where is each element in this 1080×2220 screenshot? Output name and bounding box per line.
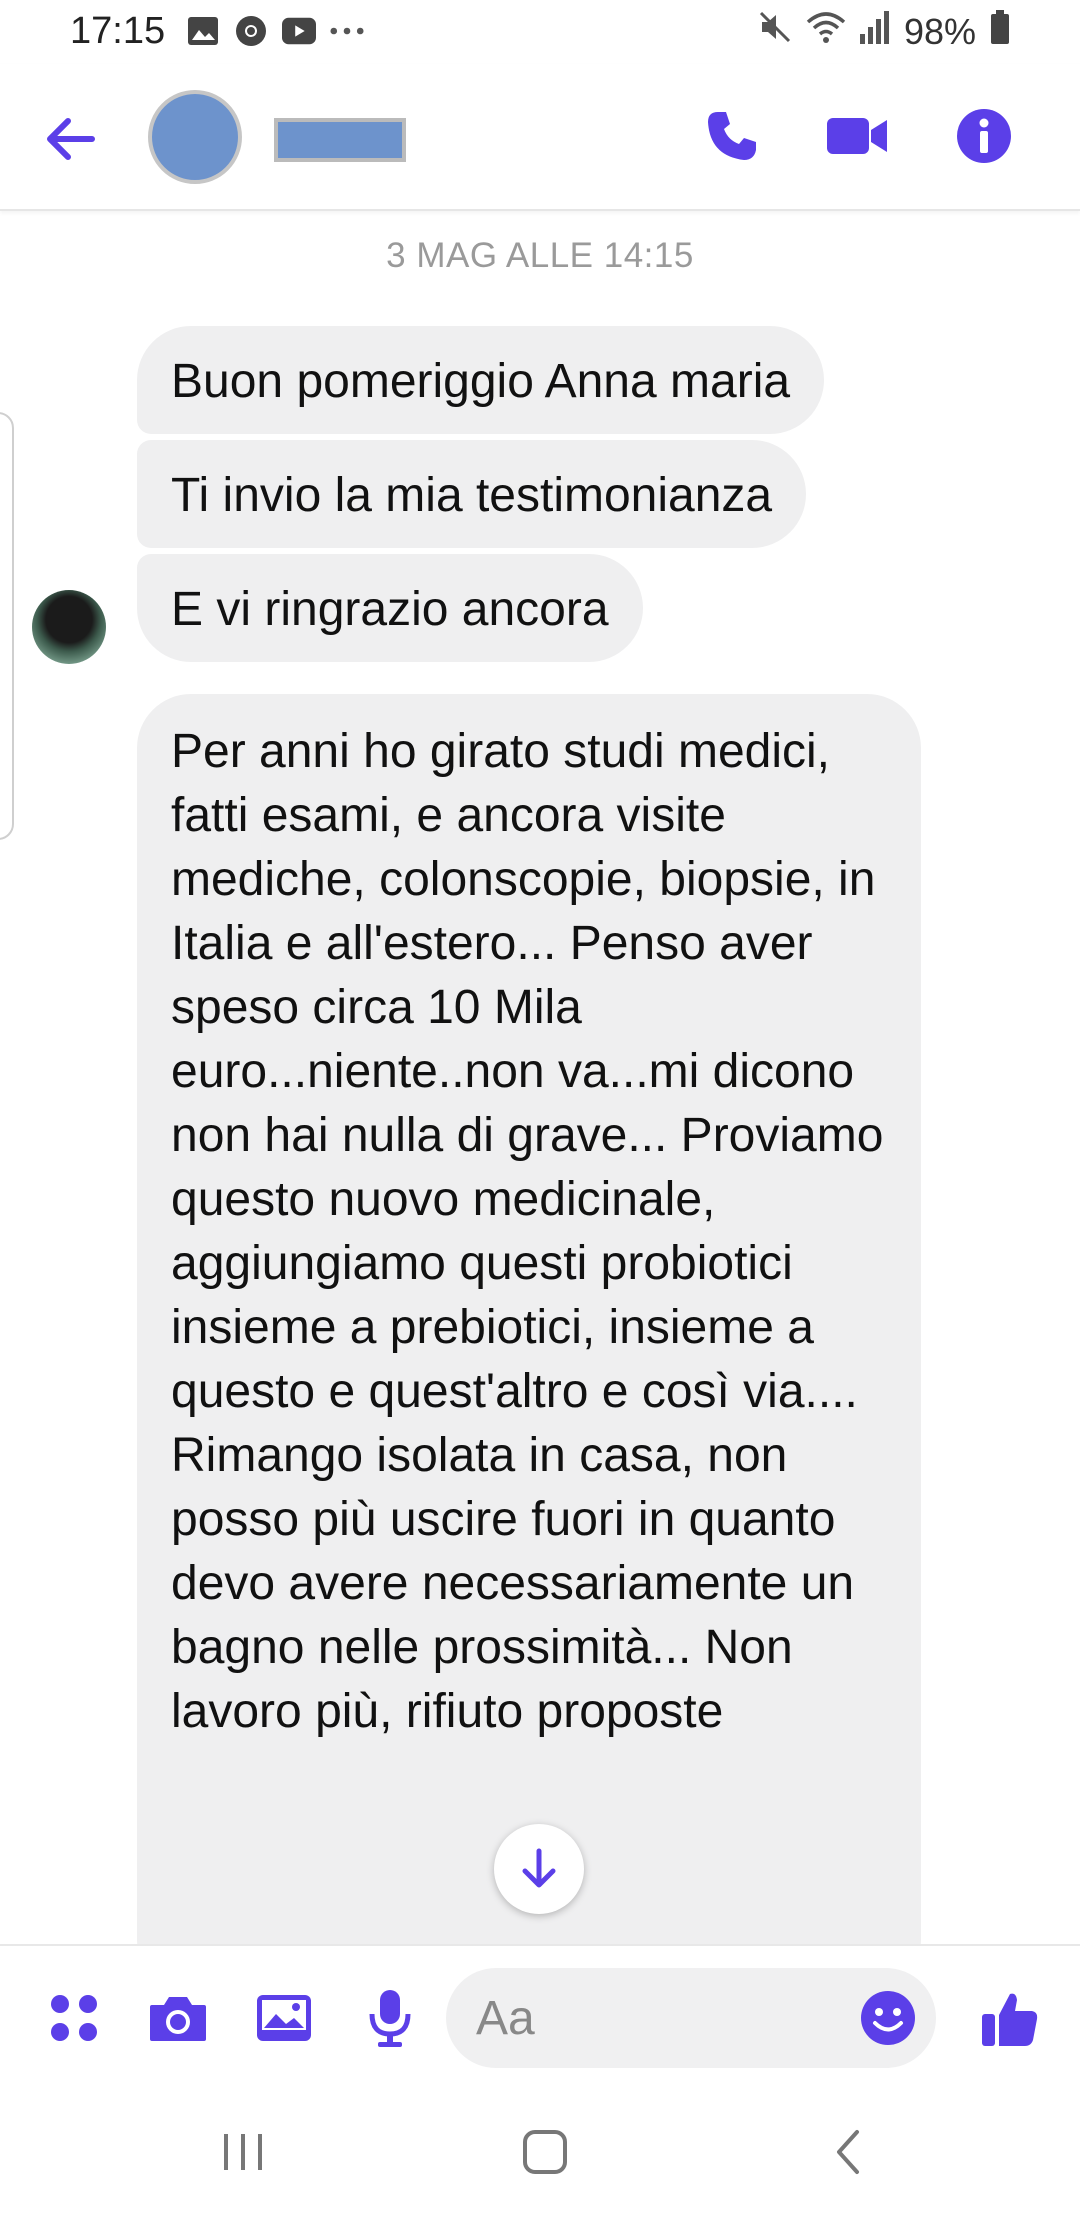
message-bubble[interactable]: Ti invio la mia testimonianza [137, 440, 807, 548]
mute-icon [758, 10, 792, 53]
message-timestamp: 3 MAG ALLE 14:15 [386, 236, 694, 275]
thumbs-up-icon [982, 1993, 1038, 2046]
battery-level: 98% [903, 10, 976, 52]
navigation-bar [0, 2084, 1080, 2220]
status-bar: 17:15 98% [0, 0, 1080, 64]
home-icon [523, 2130, 567, 2174]
apps-grid-icon [51, 1995, 97, 2041]
wifi-icon [806, 10, 846, 53]
back-nav-icon [837, 2130, 859, 2174]
sender-avatar[interactable] [32, 590, 106, 664]
video-call-button[interactable] [826, 104, 890, 168]
back-nav-button[interactable] [812, 2124, 882, 2180]
scroll-to-bottom-button[interactable] [494, 1824, 584, 1914]
status-time: 17:15 [70, 10, 166, 52]
youtube-icon [282, 14, 316, 48]
recents-icon [224, 2134, 262, 2170]
gallery-icon [186, 14, 220, 48]
gallery-button[interactable] [252, 1986, 316, 2050]
message-bubble[interactable]: Buon pomeriggio Anna maria [137, 326, 825, 434]
message-bubble[interactable]: E vi ringrazio ancora [137, 554, 643, 662]
contact-name-redacted[interactable] [274, 118, 406, 162]
message-composer [0, 1944, 1080, 2086]
emoji-smile-icon [861, 1991, 915, 2045]
apps-button[interactable] [42, 1986, 106, 2050]
contact-avatar[interactable] [148, 90, 242, 184]
video-camera-icon [827, 118, 887, 154]
info-icon [957, 109, 1011, 163]
call-button[interactable] [700, 104, 764, 168]
camera-button[interactable] [146, 1986, 210, 2050]
image-icon [257, 1995, 311, 2041]
signal-icon [859, 10, 890, 53]
info-button[interactable] [952, 104, 1016, 168]
camera-icon [150, 1997, 206, 2041]
chrome-icon [234, 14, 268, 48]
like-button[interactable] [978, 1986, 1042, 2050]
voice-message-button[interactable] [358, 1986, 422, 2050]
more-dots-icon [330, 14, 364, 48]
arrow-down-icon [522, 1848, 556, 1888]
chat-header [0, 64, 1080, 211]
home-button[interactable] [510, 2124, 580, 2180]
microphone-icon [369, 1990, 411, 2047]
message-bubble-long[interactable]: Per anni ho girato studi medici, fatti e… [137, 694, 921, 1994]
message-input[interactable] [446, 1968, 816, 2068]
back-button[interactable] [40, 109, 100, 169]
phone-icon [708, 112, 756, 160]
recents-button[interactable] [208, 2124, 278, 2180]
emoji-button[interactable] [858, 1988, 918, 2048]
message-input-container [446, 1968, 936, 2068]
side-panel-handle[interactable] [0, 412, 14, 840]
back-arrow-icon [47, 118, 95, 160]
battery-icon [990, 10, 1010, 53]
